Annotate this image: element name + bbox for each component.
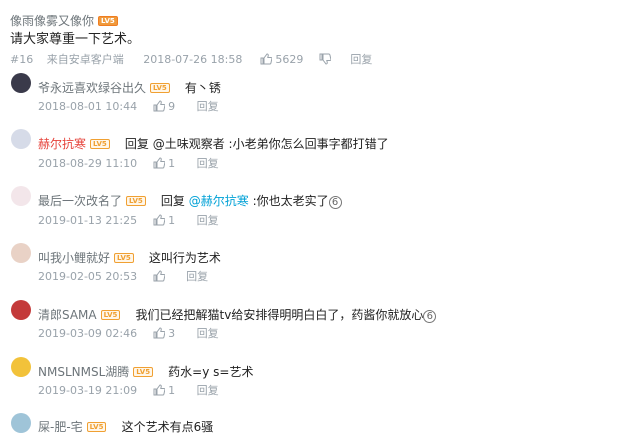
reply-button[interactable]: 回复 — [197, 157, 219, 170]
thumbs-up-icon — [153, 157, 165, 169]
avatar[interactable] — [11, 413, 31, 433]
reply-username[interactable]: 赫尔抗寒 — [38, 137, 86, 151]
level-badge: LV5 — [133, 367, 154, 377]
reply-item: 叫我小鲤就好 LV5 这叫行为艺术 — [38, 247, 221, 266]
dislike-button[interactable] — [319, 53, 331, 66]
like-button[interactable]: 3 — [153, 327, 176, 340]
level-badge: LV5 — [126, 196, 146, 206]
reply-text-content: 我们已经把解猫tv给安排得明明白白了，药酱你就放心 — [135, 308, 424, 322]
thumbs-up-icon — [153, 100, 165, 112]
reply-text: 我们已经把解猫tv给安排得明明白白了，药酱你就放心 6 — [135, 308, 437, 323]
reply-meta: 2019-02-05 20:53 回复 — [38, 268, 208, 284]
thumbs-up-icon — [153, 327, 165, 339]
reply-text: 回复 @赫尔抗寒 :你也太老实了 6 — [160, 194, 342, 209]
level-badge: LV5 — [86, 422, 107, 432]
timestamp: 2018-07-26 18:58 — [143, 53, 243, 66]
timestamp: 2019-02-05 20:53 — [38, 270, 138, 283]
mention-link[interactable]: @赫尔抗寒 — [189, 194, 249, 208]
reply-text: 回复 @土味观察者 :小老弟你怎么回事字都打错了 — [124, 137, 389, 151]
like-count: 3 — [168, 327, 176, 340]
main-comment-meta: #16 来自安卓客户端 2018-07-26 18:58 5629 回复 — [10, 51, 372, 67]
like-button[interactable]: 5629 — [260, 53, 304, 66]
timestamp: 2018-08-01 10:44 — [38, 100, 138, 113]
reply-username[interactable]: 屎-肥-宅 — [38, 420, 83, 434]
reply-username[interactable]: NMSLNMSL湖腾 — [38, 365, 129, 379]
reply-username[interactable]: 叫我小鲤就好 — [38, 251, 110, 265]
reply-button[interactable]: 回复 — [197, 327, 219, 340]
timestamp: 2018-08-29 11:10 — [38, 157, 138, 170]
reply-item: 清郎SAMA LV5 我们已经把解猫tv给安排得明明白白了，药酱你就放心 6 — [38, 304, 437, 323]
reply-button[interactable]: 回复 — [186, 270, 208, 283]
level-badge: LV5 — [150, 83, 170, 93]
reply-button[interactable]: 回复 — [197, 214, 219, 227]
like-button[interactable]: 1 — [153, 157, 176, 170]
reply-meta: 2019-03-09 02:46 3 回复 — [38, 325, 219, 341]
reply-username[interactable]: 爷永远喜欢绿谷出久 — [38, 81, 146, 95]
timestamp: 2019-03-09 02:46 — [38, 327, 138, 340]
like-button[interactable]: 9 — [153, 100, 176, 113]
timestamp: 2019-03-19 21:09 — [38, 384, 138, 397]
thumbs-up-icon — [260, 53, 272, 65]
like-count: 9 — [168, 100, 176, 113]
main-username[interactable]: 像雨像雾又像你 — [10, 14, 94, 28]
avatar[interactable] — [11, 129, 31, 149]
reply-item: 赫尔抗寒 LV5 回复 @土味观察者 :小老弟你怎么回事字都打错了 — [38, 133, 389, 152]
floor-number: #16 — [10, 53, 34, 66]
timestamp: 2019-01-13 21:25 — [38, 214, 138, 227]
thumbs-down-icon — [319, 53, 331, 65]
main-comment-text: 请大家尊重一下艺术。 — [10, 32, 141, 47]
level-badge: LV5 — [98, 16, 118, 26]
reply-username[interactable]: 清郎SAMA — [38, 308, 97, 322]
like-count: 5629 — [275, 53, 304, 66]
reply-item: 爷永远喜欢绿谷出久 LV5 有丶锈 — [38, 77, 221, 96]
like-count: 1 — [168, 384, 176, 397]
reply-meta: 2018-08-01 10:44 9 回复 — [38, 98, 219, 114]
like-count: 1 — [168, 157, 176, 170]
reply-meta: 2019-01-13 21:25 1 回复 — [38, 212, 219, 228]
like-button[interactable]: 1 — [153, 384, 176, 397]
avatar[interactable] — [11, 73, 31, 93]
emoji-icon: 6 — [423, 310, 437, 323]
reply-item: 屎-肥-宅 LV5 这个艺术有点6骚 — [38, 416, 213, 435]
reply-username[interactable]: 最后一次改名了 — [38, 194, 122, 208]
reply-text: 这叫行为艺术 — [148, 251, 221, 265]
reply-meta: 2019-03-19 21:09 1 回复 — [38, 382, 219, 398]
like-button[interactable]: 1 — [153, 214, 176, 227]
avatar[interactable] — [11, 186, 31, 206]
thumbs-up-icon — [153, 270, 165, 282]
reply-button[interactable]: 回复 — [197, 100, 219, 113]
reply-item: 最后一次改名了 LV5 回复 @赫尔抗寒 :你也太老实了 6 — [38, 190, 342, 209]
avatar[interactable] — [11, 357, 31, 377]
thumbs-up-icon — [153, 384, 165, 396]
reply-text: 药水=y s=艺术 — [168, 365, 254, 379]
reply-text: 这个艺术有点6骚 — [121, 420, 214, 434]
reply-item: NMSLNMSL湖腾 LV5 药水=y s=艺术 — [38, 361, 253, 380]
like-button[interactable] — [153, 270, 169, 283]
reply-prefix: 回复 — [160, 194, 189, 208]
reply-meta: 2018-08-29 11:10 1 回复 — [38, 155, 219, 171]
avatar[interactable] — [11, 300, 31, 320]
level-badge: LV5 — [114, 253, 134, 263]
emoji-icon: 6 — [328, 196, 342, 209]
level-badge: LV5 — [90, 139, 110, 149]
reply-button[interactable]: 回复 — [197, 384, 219, 397]
reply-suffix: :你也太老实了 — [248, 194, 329, 208]
source-label: 来自安卓客户端 — [46, 53, 124, 66]
reply-text: 有丶锈 — [184, 81, 221, 95]
thumbs-up-icon — [153, 214, 165, 226]
reply-button[interactable]: 回复 — [350, 53, 372, 66]
avatar[interactable] — [11, 243, 31, 263]
level-badge: LV5 — [100, 310, 121, 320]
main-comment-header: 像雨像雾又像你 LV5 — [10, 10, 118, 29]
like-count: 1 — [168, 214, 176, 227]
